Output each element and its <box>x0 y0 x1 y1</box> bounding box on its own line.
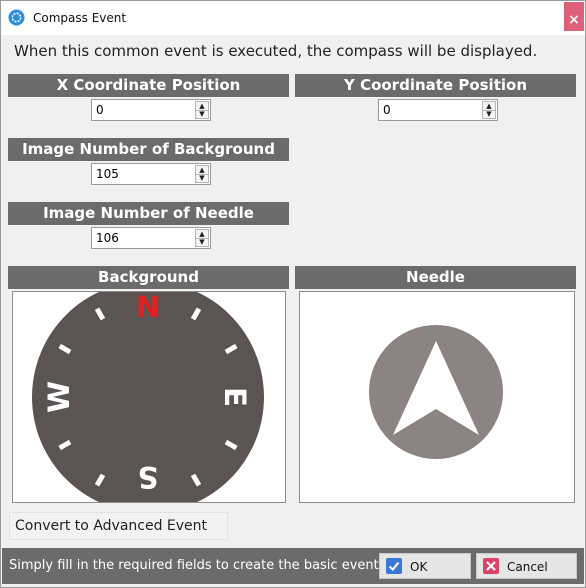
needle-image-input[interactable] <box>92 228 192 248</box>
y-coordinate-stepper[interactable]: ▲ ▼ <box>482 101 496 119</box>
needle-image <box>369 325 503 459</box>
compass-event-dialog: Compass Event × When this common event i… <box>0 0 586 588</box>
window-title: Compass Event <box>33 11 127 25</box>
cancel-button[interactable]: Cancel <box>476 553 577 579</box>
needle-preview <box>299 291 575 503</box>
x-coordinate-input[interactable] <box>92 100 192 120</box>
spin-down-arrow-icon[interactable]: ▼ <box>196 174 208 182</box>
spin-down-arrow-icon[interactable]: ▼ <box>196 110 208 118</box>
cancel-label: Cancel <box>507 560 548 574</box>
footer-bar: Simply fill in the required fields to cr… <box>2 548 584 584</box>
checkmark-icon <box>386 558 402 574</box>
convert-to-advanced-event-button[interactable]: Convert to Advanced Event <box>9 512 228 540</box>
y-coordinate-input[interactable] <box>379 100 479 120</box>
needle-preview-header: Needle <box>295 266 576 289</box>
background-image-stepper[interactable]: ▲ ▼ <box>195 165 209 183</box>
close-button[interactable]: × <box>564 2 584 31</box>
south-label: S <box>138 460 159 494</box>
x-coordinate-stepper[interactable]: ▲ ▼ <box>195 101 209 119</box>
north-label: N <box>136 292 160 324</box>
background-preview-header: Background <box>8 266 289 289</box>
spin-down-arrow-icon[interactable]: ▼ <box>196 238 208 246</box>
x-coordinate-spinbox[interactable]: ▲ ▼ <box>91 99 211 121</box>
y-coordinate-header: Y Coordinate Position <box>295 74 576 97</box>
background-image-header: Image Number of Background <box>8 138 289 161</box>
x-coordinate-header: X Coordinate Position <box>8 74 289 97</box>
ok-button[interactable]: OK <box>379 553 471 579</box>
compass-dial-image: N E S W <box>32 281 264 513</box>
west-label: W <box>42 381 76 413</box>
x-icon <box>483 558 499 574</box>
ok-label: OK <box>410 560 428 574</box>
spin-down-arrow-icon[interactable]: ▼ <box>483 110 495 118</box>
intro-text: When this common event is executed, the … <box>14 42 538 60</box>
background-preview: N E S W <box>12 281 286 513</box>
title-bar: Compass Event × <box>1 1 585 35</box>
east-label: E <box>218 387 252 407</box>
needle-image-header: Image Number of Needle <box>8 202 289 225</box>
y-coordinate-spinbox[interactable]: ▲ ▼ <box>378 99 498 121</box>
compass-app-icon <box>8 9 25 26</box>
background-image-spinbox[interactable]: ▲ ▼ <box>91 163 211 185</box>
background-image-input[interactable] <box>92 164 192 184</box>
footer-hint: Simply fill in the required fields to cr… <box>9 558 379 573</box>
needle-image-spinbox[interactable]: ▲ ▼ <box>91 227 211 249</box>
needle-image-stepper[interactable]: ▲ ▼ <box>195 229 209 247</box>
